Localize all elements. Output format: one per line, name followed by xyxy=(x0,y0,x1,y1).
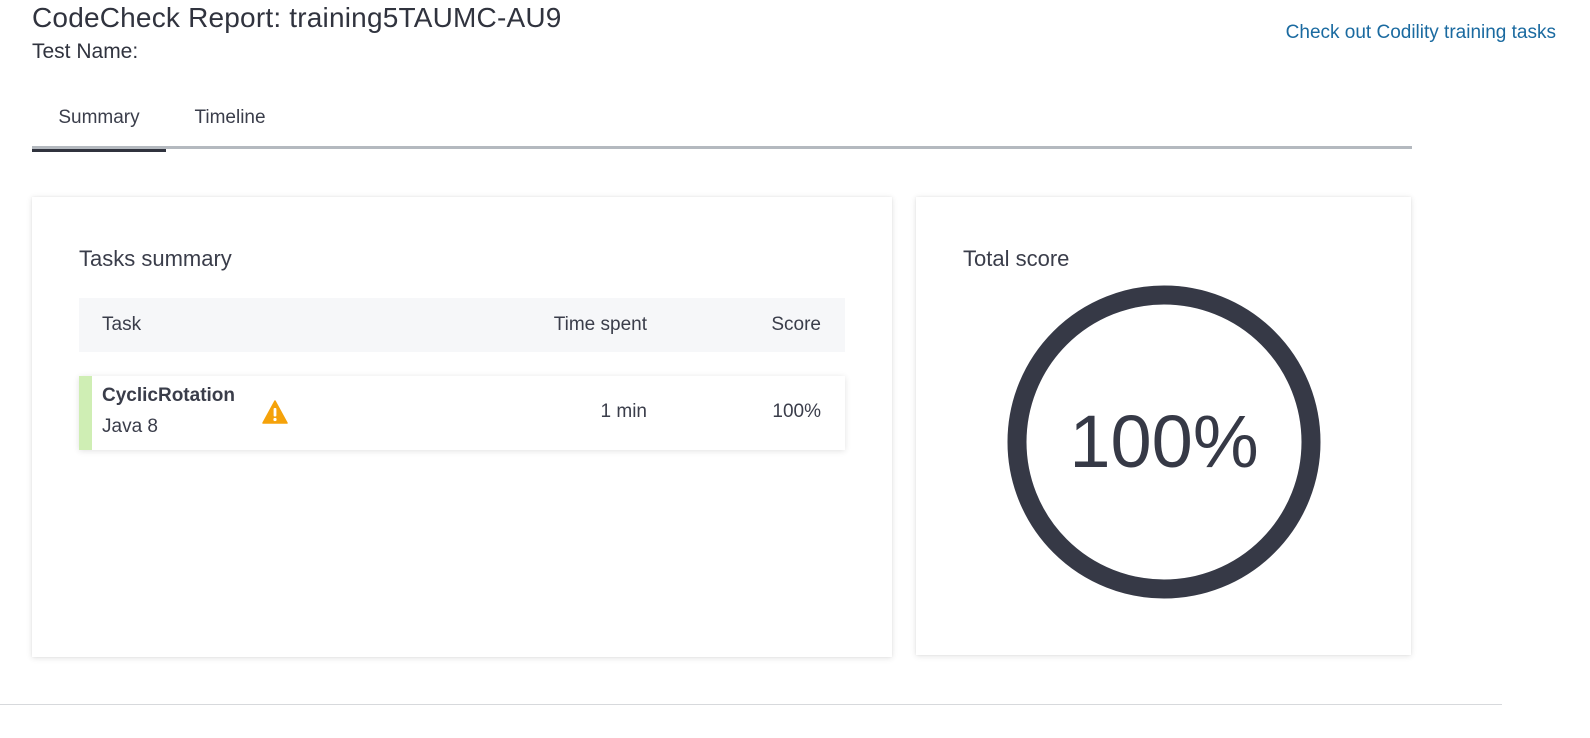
total-score-value: 100% xyxy=(1069,400,1258,483)
task-score: 100% xyxy=(772,401,821,422)
warning-icon[interactable] xyxy=(262,400,288,424)
tab-summary[interactable]: Summary xyxy=(32,100,166,152)
total-score-title: Total score xyxy=(963,246,1070,271)
total-score-card: Total score 100% xyxy=(916,197,1411,655)
task-name: CyclicRotation xyxy=(102,385,236,406)
task-time-spent: 1 min xyxy=(600,401,647,422)
tab-timeline[interactable]: Timeline xyxy=(172,100,288,149)
report-page: CodeCheck Report: training5TAUMC-AU9 Tes… xyxy=(0,0,1590,738)
score-ring: 100% xyxy=(1007,285,1321,599)
test-name-label: Test Name: xyxy=(32,40,139,63)
tasks-table-header: Task Time spent Score xyxy=(79,298,845,352)
tasks-summary-title: Tasks summary xyxy=(79,246,232,271)
page-title: CodeCheck Report: training5TAUMC-AU9 xyxy=(32,2,562,33)
tasks-summary-card: Tasks summary Task Time spent Score Cycl… xyxy=(32,197,892,657)
column-header-time-spent: Time spent xyxy=(553,314,647,335)
table-row[interactable]: CyclicRotation Java 8 1 min 100% xyxy=(79,376,845,450)
bottom-divider xyxy=(0,704,1502,705)
task-language: Java 8 xyxy=(102,416,158,437)
report-tabs: Summary Timeline xyxy=(32,100,1412,152)
training-tasks-link[interactable]: Check out Codility training tasks xyxy=(1286,22,1556,44)
column-header-score: Score xyxy=(771,314,821,335)
task-status-bar xyxy=(79,376,92,450)
column-header-task: Task xyxy=(102,314,142,335)
